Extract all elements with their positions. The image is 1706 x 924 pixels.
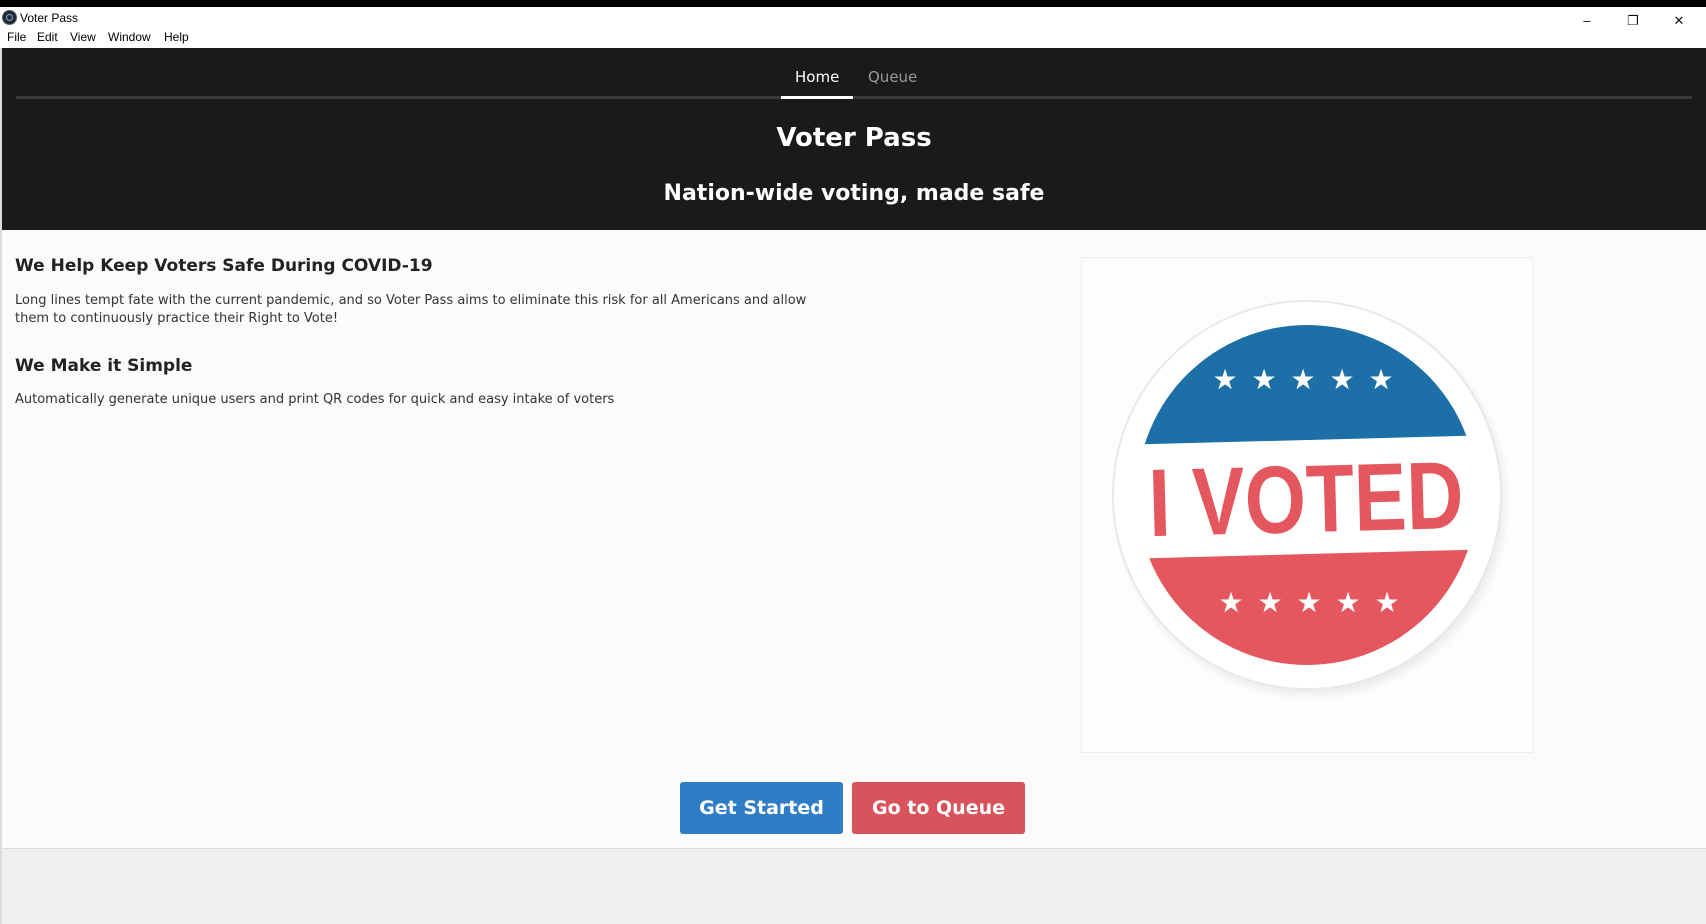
- menu-edit[interactable]: Edit: [37, 30, 58, 44]
- page-subtitle: Nation-wide voting, made safe: [663, 181, 1045, 206]
- i-voted-sticker: ★ ★ ★ ★ ★ ★ ★ ★ ★ ★ I VOTED: [1111, 300, 1511, 701]
- active-tab-indicator: [781, 96, 853, 99]
- svg-text:★: ★: [1212, 363, 1237, 396]
- svg-text:★: ★: [1257, 586, 1282, 619]
- i-voted-text: I VOTED: [1147, 442, 1465, 557]
- menu-view[interactable]: View: [70, 30, 96, 44]
- svg-text:★: ★: [1335, 586, 1360, 619]
- menu-file[interactable]: File: [7, 30, 26, 44]
- svg-text:★: ★: [1374, 586, 1399, 619]
- window-title: Voter Pass: [20, 11, 79, 25]
- svg-text:★: ★: [1218, 586, 1243, 619]
- menu-help[interactable]: Help: [164, 30, 189, 44]
- app-icon: [2, 10, 17, 25]
- svg-text:★: ★: [1329, 363, 1354, 396]
- section-text-simple: Automatically generate unique users and …: [15, 392, 615, 407]
- menu-window[interactable]: Window: [108, 30, 151, 44]
- go-to-queue-button[interactable]: Go to Queue: [852, 782, 1025, 834]
- section-heading-safety: We Help Keep Voters Safe During COVID-19: [15, 256, 433, 276]
- svg-text:★: ★: [1296, 586, 1321, 619]
- main-content: We Help Keep Voters Safe During COVID-19…: [2, 230, 1706, 849]
- svg-text:★: ★: [1251, 363, 1276, 396]
- page-header: Home Queue Voter Pass Nation-wide voting…: [2, 48, 1706, 230]
- menu-bar: File Edit View Window Help: [0, 27, 1706, 48]
- svg-text:★: ★: [1290, 363, 1315, 396]
- get-started-button[interactable]: Get Started: [680, 782, 843, 834]
- svg-text:★: ★: [1368, 363, 1393, 396]
- section-text-safety: Long lines tempt fate with the current p…: [15, 293, 807, 326]
- page-title: Voter Pass: [776, 123, 932, 153]
- i-voted-image-card: ★ ★ ★ ★ ★ ★ ★ ★ ★ ★ I VOTED: [1081, 257, 1533, 753]
- tabs-divider: [16, 96, 1692, 99]
- tab-queue[interactable]: Queue: [868, 68, 917, 86]
- section-heading-simple: We Make it Simple: [15, 356, 193, 376]
- tab-home[interactable]: Home: [795, 68, 839, 86]
- window-top-border: [0, 0, 1706, 7]
